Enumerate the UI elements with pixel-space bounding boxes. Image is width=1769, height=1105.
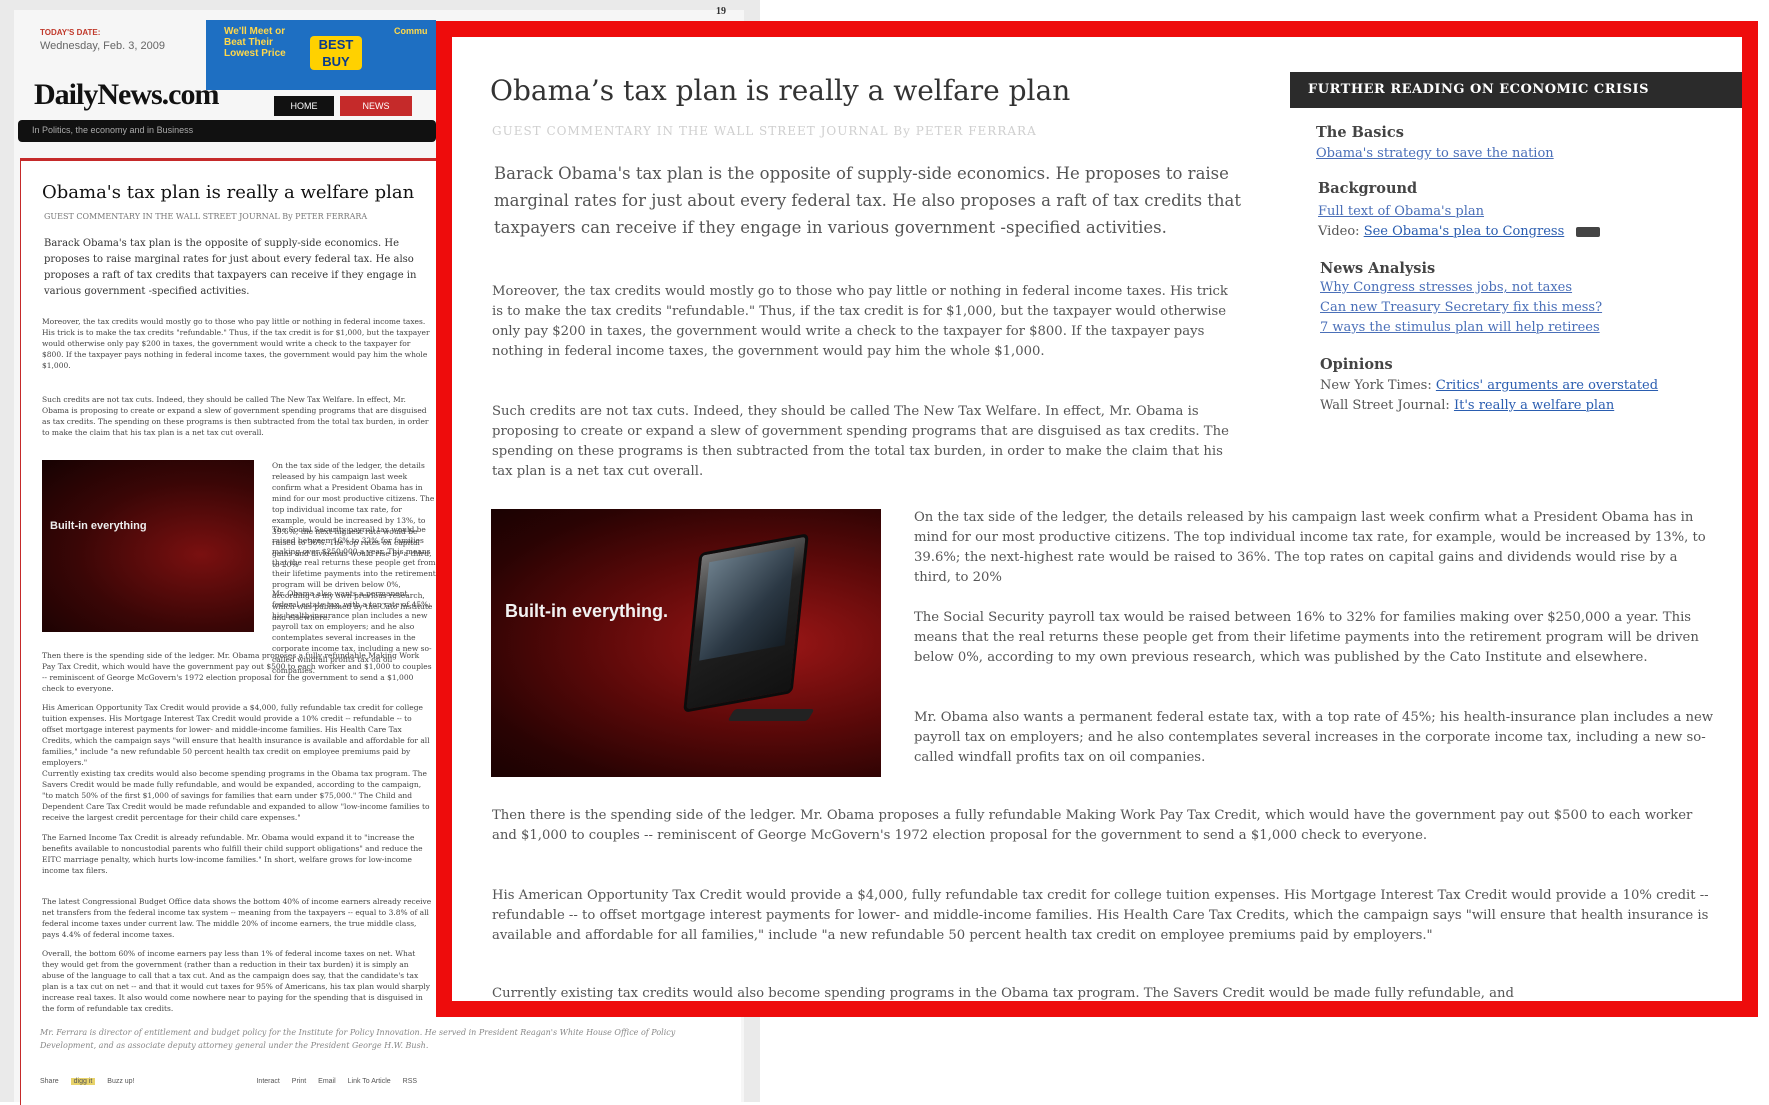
background-paragraph: Currently existing tax credits would als… [42, 769, 430, 822]
article-lead: Barack Obama's tax plan is the opposite … [494, 164, 1242, 237]
share-label: Share [40, 1078, 59, 1085]
link-news-analysis[interactable]: Why Congress stresses jobs, not taxes [1320, 280, 1572, 295]
email-button[interactable]: Email [318, 1078, 336, 1085]
ad-tagline: We'll Meet or Beat Their Lowest Price [224, 26, 286, 59]
tab-news[interactable]: NEWS [340, 96, 412, 116]
background-paragraph: His American Opportunity Tax Credit woul… [42, 703, 430, 767]
background-paragraph: Moreover, the tax credits would mostly g… [42, 317, 430, 370]
background-paragraph: Overall, the bottom 60% of income earner… [42, 949, 430, 1013]
link-full-text-plan[interactable]: Full text of Obama's plan [1318, 204, 1484, 219]
ad-side-text: Commu [394, 26, 428, 36]
background-article-byline: GUEST COMMENTARY IN THE WALL STREET JOUR… [44, 212, 368, 221]
link-nyt-opinion[interactable]: Critics' arguments are overstated [1436, 378, 1658, 393]
article-paragraph: Then there is the spending side of the l… [492, 808, 1693, 843]
article-paragraph: His American Opportunity Tax Credit woul… [492, 888, 1709, 943]
video-label: Video: [1318, 224, 1360, 239]
sidebar-heading-opinions: Opinions [1320, 356, 1393, 373]
wsj-label: Wall Street Journal: [1320, 398, 1450, 413]
banner-ad[interactable]: We'll Meet or Beat Their Lowest Price BE… [206, 20, 436, 90]
date-text: Wednesday, Feb. 3, 2009 [40, 40, 165, 52]
article-paragraph: Currently existing tax credits would als… [492, 986, 1514, 1001]
link-obama-plea-video[interactable]: See Obama's plea to Congress [1364, 224, 1565, 239]
interact-label: Interact [256, 1078, 280, 1085]
background-article-title: Obama's tax plan is really a welfare pla… [42, 182, 415, 203]
article-side-paragraph: Mr. Obama also wants a permanent federal… [914, 710, 1714, 765]
background-image-caption: Built-in everything [50, 520, 147, 532]
link-news-analysis[interactable]: 7 ways the stimulus plan will help retir… [1320, 320, 1600, 335]
rss-button[interactable]: RSS [403, 1078, 417, 1085]
page-number: 19 [716, 6, 726, 17]
buzz-button[interactable]: Buzz up! [107, 1078, 134, 1085]
background-paragraph: The Earned Income Tax Credit is already … [42, 833, 423, 875]
sub-nav-bar: In Politics, the economy and in Business [18, 120, 436, 142]
article-title: Obama’s tax plan is really a welfare pla… [490, 74, 1071, 107]
further-reading-header: FURTHER READING ON ECONOMIC CRISIS [1290, 72, 1742, 108]
opinion-nyt-row: New York Times: Critics' arguments are o… [1320, 378, 1658, 393]
ad-logo: BEST BUY [310, 36, 362, 70]
article-side-paragraph: The Social Security payroll tax would be… [914, 610, 1699, 665]
article-paragraph: Moreover, the tax credits would mostly g… [492, 284, 1228, 359]
date-label: TODAY'S DATE: [40, 28, 101, 37]
share-bar: Share digg it Buzz up! Interact Print Em… [40, 1078, 710, 1094]
link-news-analysis[interactable]: Can new Treasury Secretary fix this mess… [1320, 300, 1602, 315]
monitor-graphic [683, 533, 809, 713]
sidebar-heading-basics: The Basics [1316, 124, 1404, 141]
monitor-stand-graphic [727, 709, 815, 721]
site-logo[interactable]: DailyNews.com [34, 78, 219, 112]
opinion-wsj-row: Wall Street Journal: It's really a welfa… [1320, 398, 1614, 413]
sidebar-heading-news-analysis: News Analysis [1320, 260, 1436, 277]
article-side-paragraph: On the tax side of the ledger, the detai… [914, 510, 1706, 585]
sub-nav-text[interactable]: In Politics, the economy and in Business [32, 125, 193, 135]
background-lead: Barack Obama's tax plan is the opposite … [44, 238, 417, 297]
video-row: Video: See Obama's plea to Congress [1318, 224, 1601, 239]
background-paragraph: Then there is the spending side of the l… [42, 651, 432, 693]
nyt-label: New York Times: [1320, 378, 1432, 393]
author-note: Mr. Ferrara is director of entitlement a… [40, 1028, 676, 1050]
print-button[interactable]: Print [292, 1078, 306, 1085]
article-byline: GUEST COMMENTARY IN THE WALL STREET JOUR… [492, 124, 1037, 138]
digg-button[interactable]: digg it [70, 1078, 96, 1085]
background-paragraph: The latest Congressional Budget Office d… [42, 897, 432, 939]
link-to-article-button[interactable]: Link To Article [348, 1078, 391, 1085]
article-image-caption: Built-in everything. [505, 601, 669, 621]
article-image: Built-in everything. [491, 509, 881, 777]
background-paragraph: Such credits are not tax cuts. Indeed, t… [42, 395, 429, 437]
article-paragraph: Such credits are not tax cuts. Indeed, t… [492, 404, 1229, 479]
tab-home[interactable]: HOME [274, 96, 334, 116]
sidebar-heading-background: Background [1318, 180, 1418, 197]
link-wsj-opinion[interactable]: It's really a welfare plan [1454, 398, 1614, 413]
link-obama-strategy[interactable]: Obama's strategy to save the nation [1316, 146, 1554, 161]
background-article-image: Built-in everything [42, 460, 254, 632]
video-camera-icon [1576, 226, 1601, 237]
